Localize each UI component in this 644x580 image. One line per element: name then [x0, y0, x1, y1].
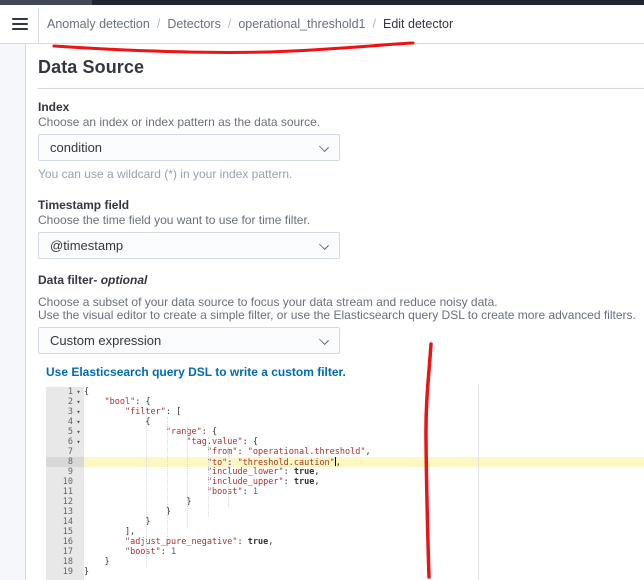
chevron-down-icon — [320, 241, 328, 249]
indent-guide — [146, 407, 147, 567]
breadcrumb-item[interactable]: Detectors — [167, 17, 221, 31]
gutter-line-number: 1 ▾ — [46, 387, 84, 397]
index-help: Choose an index or index pattern as the … — [38, 115, 321, 129]
code-line: "adjust_pure_negative": true, — [124, 537, 274, 547]
page-title: Data Source — [38, 57, 145, 77]
code-line: "boost": 1 — [206, 487, 259, 497]
gutter-line-number: 17 — [62, 547, 73, 557]
breadcrumb-separator: / — [227, 17, 232, 31]
query-dsl-link[interactable]: Use Elasticsearch query DSL to write a c… — [46, 365, 346, 379]
gutter-line-number: 14 — [62, 517, 73, 527]
index-section: Index Choose an index or index pattern a… — [38, 100, 644, 181]
index-label: Index — [38, 100, 70, 114]
code-line: } — [84, 567, 90, 577]
gutter-line-number: 13 — [62, 507, 73, 517]
gutter-line-number: 2 ▾ — [46, 397, 84, 407]
breadcrumb-item[interactable]: Anomaly detection — [47, 17, 150, 31]
chevron-down-icon — [320, 336, 328, 344]
gutter-line-number: 7 — [67, 447, 73, 457]
code-line: "to": "threshold.caution", — [84, 457, 644, 468]
gutter-line-number: 19 — [62, 567, 73, 577]
filter-type-select-value: Custom expression — [50, 333, 162, 348]
chevron-down-icon — [320, 143, 328, 151]
gutter-line-number: 18 — [62, 557, 73, 567]
left-rail — [0, 44, 25, 580]
gutter-line-number: 10 — [62, 477, 73, 487]
breadcrumb: Anomaly detection / Detectors / operational_… — [47, 5, 453, 43]
code-line: "range": { — [165, 427, 218, 437]
index-select-value: condition — [50, 140, 103, 155]
hamburger-icon — [12, 18, 28, 20]
timestamp-section: Timestamp field Choose the time field yo… — [38, 198, 644, 259]
code-line: "include_upper": true, — [206, 477, 320, 487]
timestamp-help: Choose the time field you want to use fo… — [38, 213, 311, 227]
app-header: Anomaly detection / Detectors / operational_… — [0, 5, 644, 44]
fold-arrow-icon[interactable]: ▾ — [73, 437, 84, 447]
filter-type-select[interactable]: Custom expression — [38, 327, 340, 354]
indent-guide — [187, 427, 188, 527]
fold-arrow-icon[interactable]: ▾ — [73, 407, 84, 417]
gutter-line-number: 5 ▾ — [46, 427, 84, 437]
gutter-line-number: 16 — [62, 537, 73, 547]
code-line: "boost": 1 — [124, 547, 177, 557]
code-line: "include_lower": true, — [206, 467, 320, 477]
menu-toggle-button[interactable] — [12, 18, 28, 30]
timestamp-label: Timestamp field — [38, 198, 130, 212]
code-line: } — [84, 517, 151, 527]
header-divider — [38, 9, 39, 43]
index-select[interactable]: condition — [38, 134, 340, 161]
indent-guide — [208, 437, 209, 517]
code-line: "filter": [ — [124, 407, 182, 417]
fold-arrow-icon[interactable]: ▾ — [73, 427, 84, 437]
gutter-line-number: 3 ▾ — [46, 407, 84, 417]
timestamp-select[interactable]: @timestamp — [38, 232, 340, 259]
data-filter-section: Data filter- optional Choose a subset of… — [38, 273, 644, 580]
code-line: { — [84, 387, 90, 397]
gutter-line-number: 9 — [67, 467, 73, 477]
breadcrumb-item[interactable]: operational_threshold1 — [238, 17, 365, 31]
editor-gutter: 1 ▾ 2 ▾ 3 ▾ 4 ▾ 5 ▾ 6 ▾ 7 8 9 10 11 12 13 14 15 16 17 18 19 — [46, 387, 84, 580]
edit-detector-page: Anomaly detection / Detectors / operational_… — [0, 0, 644, 580]
indent-guide — [167, 417, 168, 537]
data-source-panel: Data Source Index Choose an index or ind… — [25, 44, 644, 580]
fold-arrow-icon[interactable]: ▾ — [73, 387, 84, 397]
code-line: } — [84, 507, 171, 517]
code-line: "tag.value": { — [186, 437, 259, 447]
title-divider — [38, 88, 644, 89]
fold-arrow-icon[interactable]: ▾ — [73, 417, 84, 427]
code-line: "from": "operational.threshold", — [206, 447, 371, 457]
editor-code: { "bool": { "filter": [ { "range": { "ta… — [84, 387, 644, 580]
timestamp-select-value: @timestamp — [50, 238, 124, 253]
breadcrumb-item: Edit detector — [382, 17, 454, 31]
breadcrumb-separator: / — [156, 17, 161, 31]
optional-suffix: - optional — [93, 273, 148, 287]
code-line: { — [84, 417, 151, 427]
code-line: } — [84, 497, 192, 507]
index-wildcard-hint: You can use a wildcard (*) in your index… — [38, 167, 293, 181]
gutter-line-number: 12 — [62, 497, 73, 507]
data-filter-label: Data filter- optional — [38, 273, 148, 287]
query-dsl-editor[interactable]: 1 ▾ 2 ▾ 3 ▾ 4 ▾ 5 ▾ 6 ▾ 7 8 9 10 11 12 13 14 15 16 17 18 19 { "b… — [46, 385, 644, 580]
indent-guide — [228, 447, 229, 507]
code-line: ], — [84, 527, 136, 537]
code-line: "bool": { — [104, 397, 151, 407]
gutter-line-number: 4 ▾ — [46, 417, 84, 427]
fold-arrow-icon[interactable]: ▾ — [73, 397, 84, 407]
data-filter-help: Choose a subset of your data source to f… — [38, 295, 636, 322]
gutter-line-number: 8 — [46, 457, 84, 467]
code-line: } — [84, 557, 110, 567]
gutter-line-number: 6 ▾ — [46, 437, 84, 447]
print-margin-ruler — [478, 385, 479, 580]
gutter-line-number: 11 — [62, 487, 73, 497]
breadcrumb-separator: / — [372, 17, 376, 31]
gutter-line-number: 15 — [62, 527, 73, 537]
